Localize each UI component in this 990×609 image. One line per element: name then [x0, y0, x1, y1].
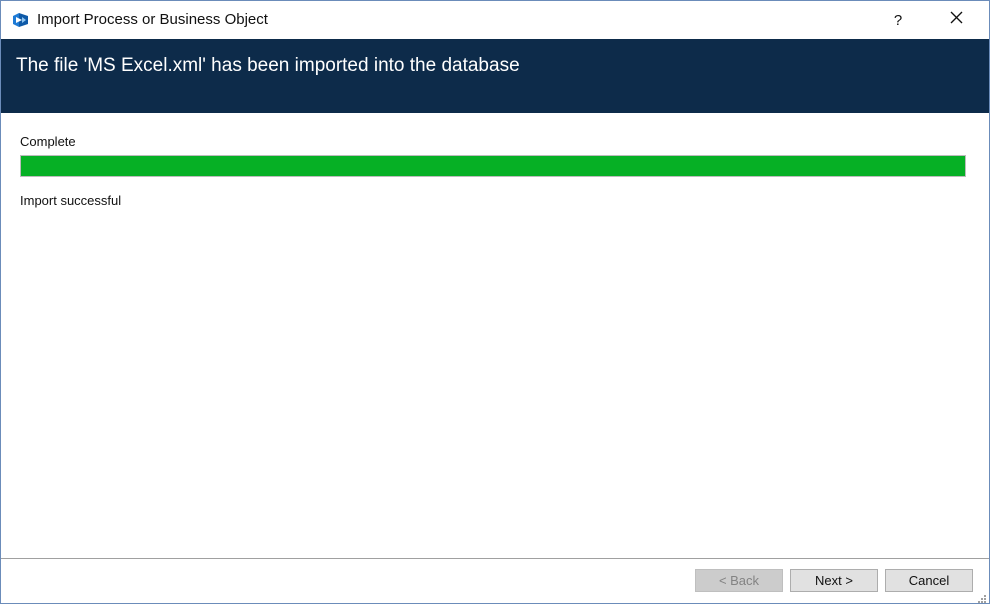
next-button[interactable]: Next > — [790, 569, 878, 592]
banner-heading: The file 'MS Excel.xml' has been importe… — [16, 55, 520, 76]
import-dialog: Import Process or Business Object ? The … — [0, 0, 990, 604]
header-banner: The file 'MS Excel.xml' has been importe… — [1, 39, 989, 113]
close-icon — [950, 11, 963, 29]
help-button[interactable]: ? — [875, 5, 921, 35]
window-title: Import Process or Business Object — [37, 11, 268, 28]
progress-status-label: Complete — [20, 134, 76, 149]
title-bar: Import Process or Business Object ? — [1, 1, 989, 39]
close-button[interactable] — [933, 5, 979, 35]
cancel-button[interactable]: Cancel — [885, 569, 973, 592]
progress-bar-fill — [21, 156, 965, 176]
progress-bar — [20, 155, 966, 177]
resize-grip-icon[interactable] — [976, 591, 987, 603]
result-message: Import successful — [20, 193, 122, 208]
app-logo-icon — [12, 12, 30, 28]
footer-divider — [1, 558, 989, 559]
back-button[interactable]: < Back — [695, 569, 783, 592]
